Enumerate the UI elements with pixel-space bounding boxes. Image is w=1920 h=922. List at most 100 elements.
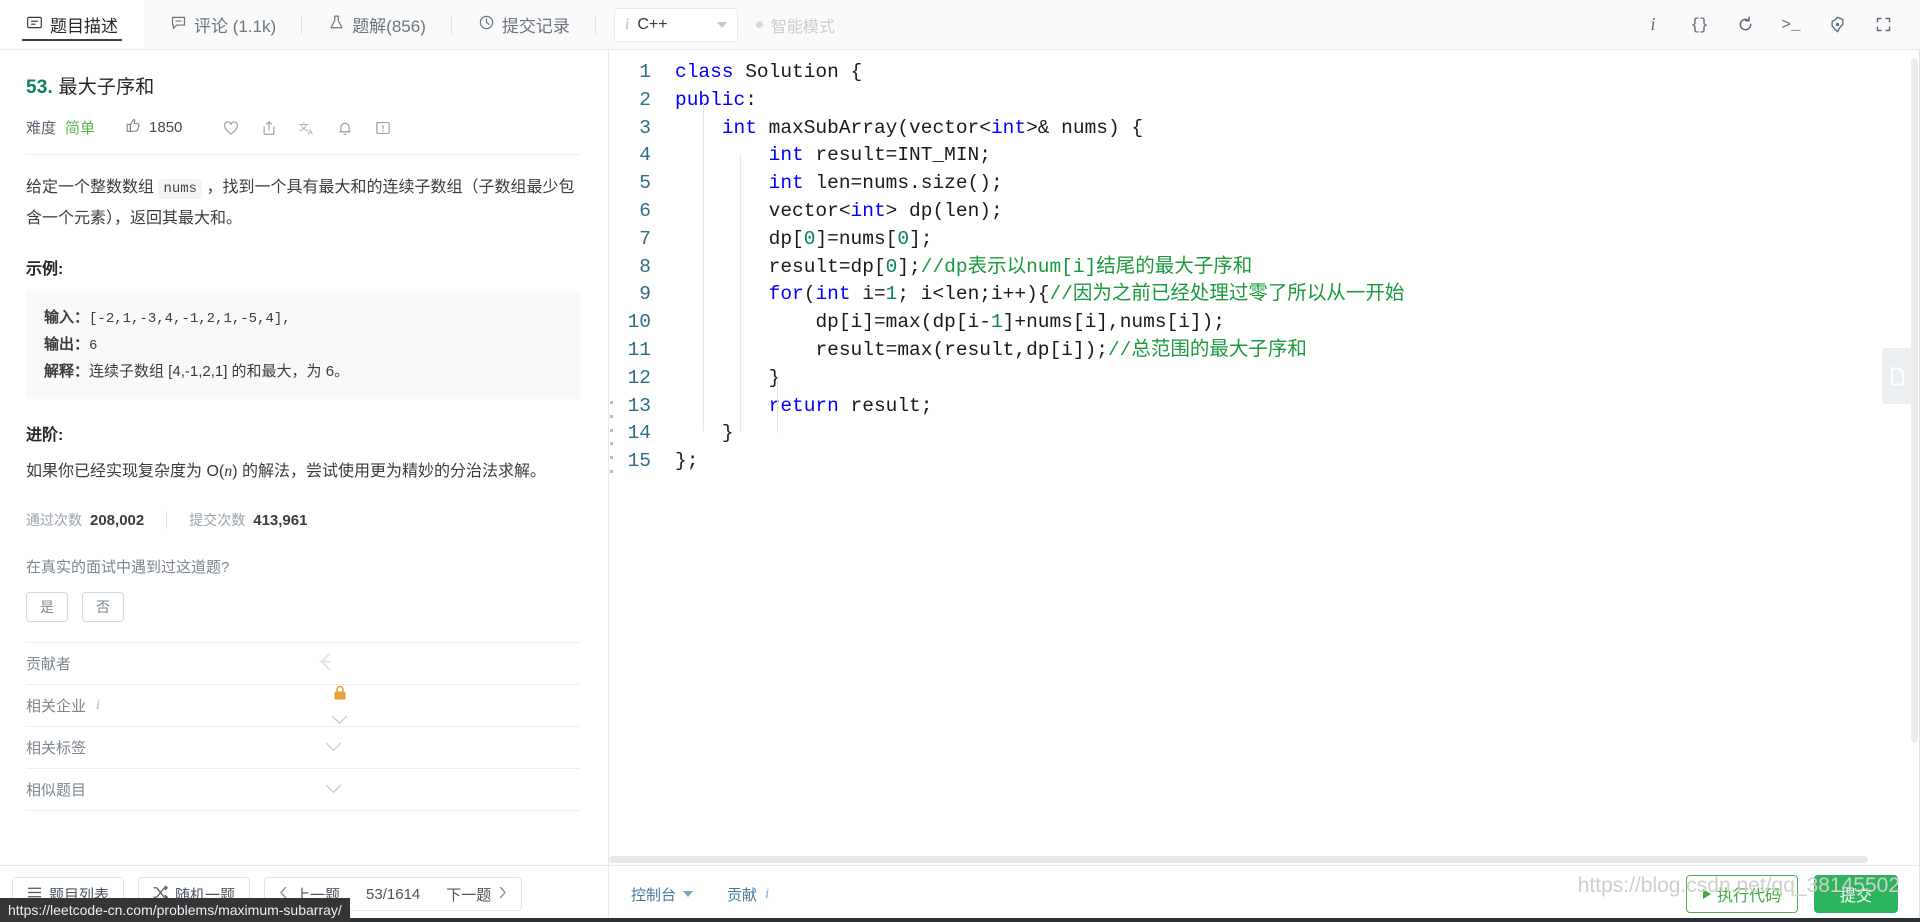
code-line[interactable]: 9 for(int i=1; i<len;i++){//因为之前已经处理过零了所… xyxy=(609,281,1920,309)
main-body: 53. 最大子序和 难度 简单 1850 文 A 给定一个整数数组 nums ，… xyxy=(0,50,1920,922)
example-output-row: 输出：6 xyxy=(44,332,562,359)
code-text: vector<int> dp(len); xyxy=(669,198,1003,226)
indent-guide xyxy=(777,377,778,433)
bell-icon[interactable] xyxy=(326,119,364,137)
tab-solutions[interactable]: 题解(856) xyxy=(302,0,452,49)
problem-scroll-area[interactable]: 53. 最大子序和 难度 简单 1850 文 A 给定一个整数数组 nums ，… xyxy=(0,50,608,865)
code-token: }; xyxy=(675,450,699,473)
smart-mode-toggle[interactable]: 智能模式 xyxy=(755,13,835,37)
button-label: 下一题 xyxy=(446,886,492,904)
tab-comments[interactable]: 评论 (1.1k) xyxy=(144,0,303,49)
svg-text:A: A xyxy=(308,127,313,136)
yes-button[interactable]: 是 xyxy=(26,592,68,622)
accordion-companies[interactable]: 相关企业 i xyxy=(26,685,580,727)
fullscreen-icon[interactable] xyxy=(1860,0,1906,50)
tab-label: 题解(856) xyxy=(352,17,426,36)
code-line[interactable]: 13 return result; xyxy=(609,393,1920,421)
code-line[interactable]: 1 class Solution { xyxy=(609,59,1920,87)
tab-submissions[interactable]: 提交记录 xyxy=(452,0,596,49)
editor-actions: 执行代码 提交 xyxy=(1685,875,1898,913)
comment-icon xyxy=(170,14,187,36)
next-question-button[interactable]: 下一题 xyxy=(432,877,523,911)
code-line[interactable]: 14 } xyxy=(609,420,1920,448)
code-editor[interactable]: 1 class Solution {2 public: 3 int maxSubArr… xyxy=(609,50,1920,865)
accordion-right xyxy=(86,735,580,753)
code-token: int xyxy=(721,116,769,139)
interview-question-text: 在真实的面试中遇到过这道题? xyxy=(26,559,230,576)
code-line[interactable]: 6 vector<int> dp(len); xyxy=(609,198,1920,226)
line-number: 11 xyxy=(627,338,651,361)
tab-label: 评论 (1.1k) xyxy=(194,17,277,36)
accordion-similar-questions[interactable]: 相似题目 xyxy=(26,769,580,811)
code-text: } xyxy=(669,365,781,393)
note-tab[interactable] xyxy=(1882,348,1912,404)
code-line[interactable]: 10 dp[i]=max(dp[i-1]+nums[i],nums[i]); xyxy=(609,309,1920,337)
share-icon[interactable] xyxy=(250,119,288,137)
code-token: : xyxy=(745,88,757,111)
info-icon: i xyxy=(765,885,770,902)
info-icon[interactable]: i xyxy=(1630,0,1676,50)
chevron-down-icon xyxy=(332,708,348,725)
code-line[interactable]: 11 result=max(result,dp[i]);//总范围的最大子序和 xyxy=(609,337,1920,365)
editor-vertical-scrollbar[interactable] xyxy=(1911,58,1918,743)
problem-description: 给定一个整数数组 nums ，找到一个具有最大和的连续子数组（子数组最少包含一个… xyxy=(26,173,580,233)
like-button[interactable]: 1850 xyxy=(125,117,182,138)
heart-icon[interactable] xyxy=(212,119,250,137)
code-text: } xyxy=(669,420,734,448)
console-icon[interactable]: >_ xyxy=(1768,0,1814,50)
tab-problem-description[interactable]: 题目描述 xyxy=(0,0,144,49)
code-line[interactable]: 7 dp[0]=nums[0]; xyxy=(609,226,1920,254)
advanced-text-post: ) 的解法，尝试使用更为精妙的分治法求解。 xyxy=(232,463,547,480)
code-token: vector< xyxy=(768,199,851,222)
code-token: result=max(result,dp[i]); xyxy=(815,338,1108,361)
difficulty-label: 难度 xyxy=(26,120,57,137)
tab-label: 题目描述 xyxy=(50,17,118,36)
editor-horizontal-scrollbar[interactable] xyxy=(609,856,1868,863)
code-token: ]+nums[i],nums[i]); xyxy=(1002,311,1226,334)
code-token: ]; xyxy=(897,255,921,278)
code-content[interactable]: 1 class Solution {2 public: 3 int maxSubArr… xyxy=(609,59,1920,476)
format-braces-icon[interactable]: {} xyxy=(1676,0,1722,50)
no-button[interactable]: 否 xyxy=(82,592,124,622)
code-token: ; i<len;i++){ xyxy=(897,283,1050,306)
code-token: class xyxy=(675,61,746,83)
code-line[interactable]: 2 public: xyxy=(609,87,1920,115)
code-token: dp[i]=max(dp[i- xyxy=(815,311,991,334)
divider xyxy=(26,154,580,155)
editor-tool-icons: i {} >_ xyxy=(1630,0,1920,49)
example-input-value: [-2,1,-3,4,-1,2,1,-5,4], xyxy=(89,311,291,327)
code-text: return result; xyxy=(669,393,933,421)
accordion-tags[interactable]: 相关标签 xyxy=(26,727,580,769)
code-line[interactable]: 15}; xyxy=(609,448,1920,476)
settings-icon[interactable] xyxy=(1814,0,1860,50)
accordion-right xyxy=(99,685,580,726)
code-line[interactable]: 12 } xyxy=(609,365,1920,393)
accordion-contributors[interactable]: 贡献者 xyxy=(26,643,580,685)
problem-meta-row: 难度 简单 1850 文A xyxy=(26,117,580,154)
panel-splitter[interactable] xyxy=(608,398,615,476)
feedback-icon[interactable] xyxy=(364,119,402,137)
code-line[interactable]: 5 int len=nums.size(); xyxy=(609,170,1920,198)
line-number: 10 xyxy=(627,311,651,334)
chevron-down-icon xyxy=(716,21,727,28)
example-input-row: 输入：[-2,1,-3,4,-1,2,1,-5,4], xyxy=(44,305,562,332)
code-line[interactable]: 8 result=dp[0];//dp表示以num[i]结尾的最大子序和 xyxy=(609,254,1920,282)
example-block: 输入：[-2,1,-3,4,-1,2,1,-5,4], 输出：6 解释：连续子数… xyxy=(26,291,580,399)
contribute-tab[interactable]: 贡献 i xyxy=(727,884,769,905)
code-token: int xyxy=(768,144,816,167)
code-token: 0 xyxy=(885,255,898,278)
problem-stats: 通过次数 208,002 提交次数 413,961 xyxy=(26,510,580,556)
code-line[interactable]: 4 int result=INT_MIN; xyxy=(609,142,1920,170)
submit-button[interactable]: 提交 xyxy=(1813,875,1898,913)
line-number: 12 xyxy=(627,366,651,389)
translate-icon[interactable]: 文A xyxy=(288,119,326,137)
run-code-button[interactable]: 执行代码 xyxy=(1685,875,1798,913)
page-title: 53. 最大子序和 xyxy=(26,72,580,99)
console-tab[interactable]: 控制台 xyxy=(631,884,694,905)
reset-icon[interactable] xyxy=(1722,0,1768,50)
code-line[interactable]: 3 int maxSubArray(vector<int>& nums) { xyxy=(609,115,1920,143)
line-number: 3 xyxy=(639,116,651,139)
info-icon: i xyxy=(624,15,630,33)
language-selector[interactable]: i C++ xyxy=(613,7,738,42)
button-label: 执行代码 xyxy=(1716,888,1781,905)
